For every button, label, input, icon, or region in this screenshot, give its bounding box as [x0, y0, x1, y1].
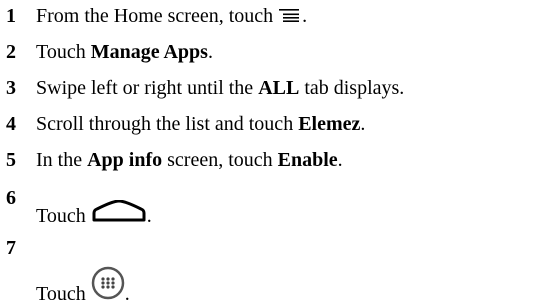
step-text-part: Touch [36, 205, 91, 227]
step-number: 6 [6, 187, 16, 209]
step-1: 1 From the Home screen, touch . [0, 4, 539, 38]
step-text-part: screen, touch [162, 149, 278, 171]
step-number: 5 [6, 149, 16, 171]
step-text-part: In the [36, 149, 88, 171]
step-number: 3 [6, 77, 16, 99]
step-text-part: tab displays. [299, 77, 405, 99]
step-text-part: Touch [36, 41, 91, 63]
step-text-bold: App info [87, 149, 163, 171]
menu-icon [278, 8, 302, 22]
step-number: 7 [6, 237, 16, 259]
step-text-part: . [302, 5, 308, 27]
step-text: Touch . [36, 200, 152, 228]
step-text: Scroll through the list and touch Elemez… [36, 112, 365, 136]
step-text-bold: Elemez [298, 113, 361, 135]
step-text-bold: Manage Apps [90, 41, 208, 63]
step-number: 2 [6, 41, 16, 63]
step-number: 4 [6, 113, 16, 135]
step-text-part: Scroll through the list and touch [36, 113, 299, 135]
step-text-part: . [146, 205, 152, 227]
step-2: 2 Touch Manage Apps. [0, 40, 539, 74]
apps-icon [91, 266, 125, 300]
step-text-bold: Enable [277, 149, 338, 171]
step-text-part: Swipe left or right until the [36, 77, 259, 99]
step-5: 5 In the App info screen, touch Enable. [0, 148, 539, 182]
step-text-part: . [360, 113, 366, 135]
step-text-part: From the Home screen, touch [36, 5, 279, 27]
step-4: 4 Scroll through the list and touch Elem… [0, 112, 539, 146]
step-7: 7 Touch . [0, 236, 539, 305]
step-6: 6 Touch . [0, 186, 539, 232]
step-3: 3 Swipe left or right until the ALL tab … [0, 76, 539, 110]
step-number: 1 [6, 5, 16, 27]
home-icon [91, 200, 147, 222]
step-text: Touch Manage Apps. [36, 40, 213, 64]
step-text: From the Home screen, touch . [36, 4, 307, 28]
step-text-part: . [207, 41, 213, 63]
step-text-part: . [337, 149, 343, 171]
step-text: Touch . [36, 266, 130, 306]
step-text-bold: ALL [258, 77, 300, 99]
step-text: Swipe left or right until the ALL tab di… [36, 76, 404, 100]
step-text: In the App info screen, touch Enable. [36, 148, 343, 172]
instruction-list: 1 From the Home screen, touch . 2 Touch … [0, 0, 539, 305]
